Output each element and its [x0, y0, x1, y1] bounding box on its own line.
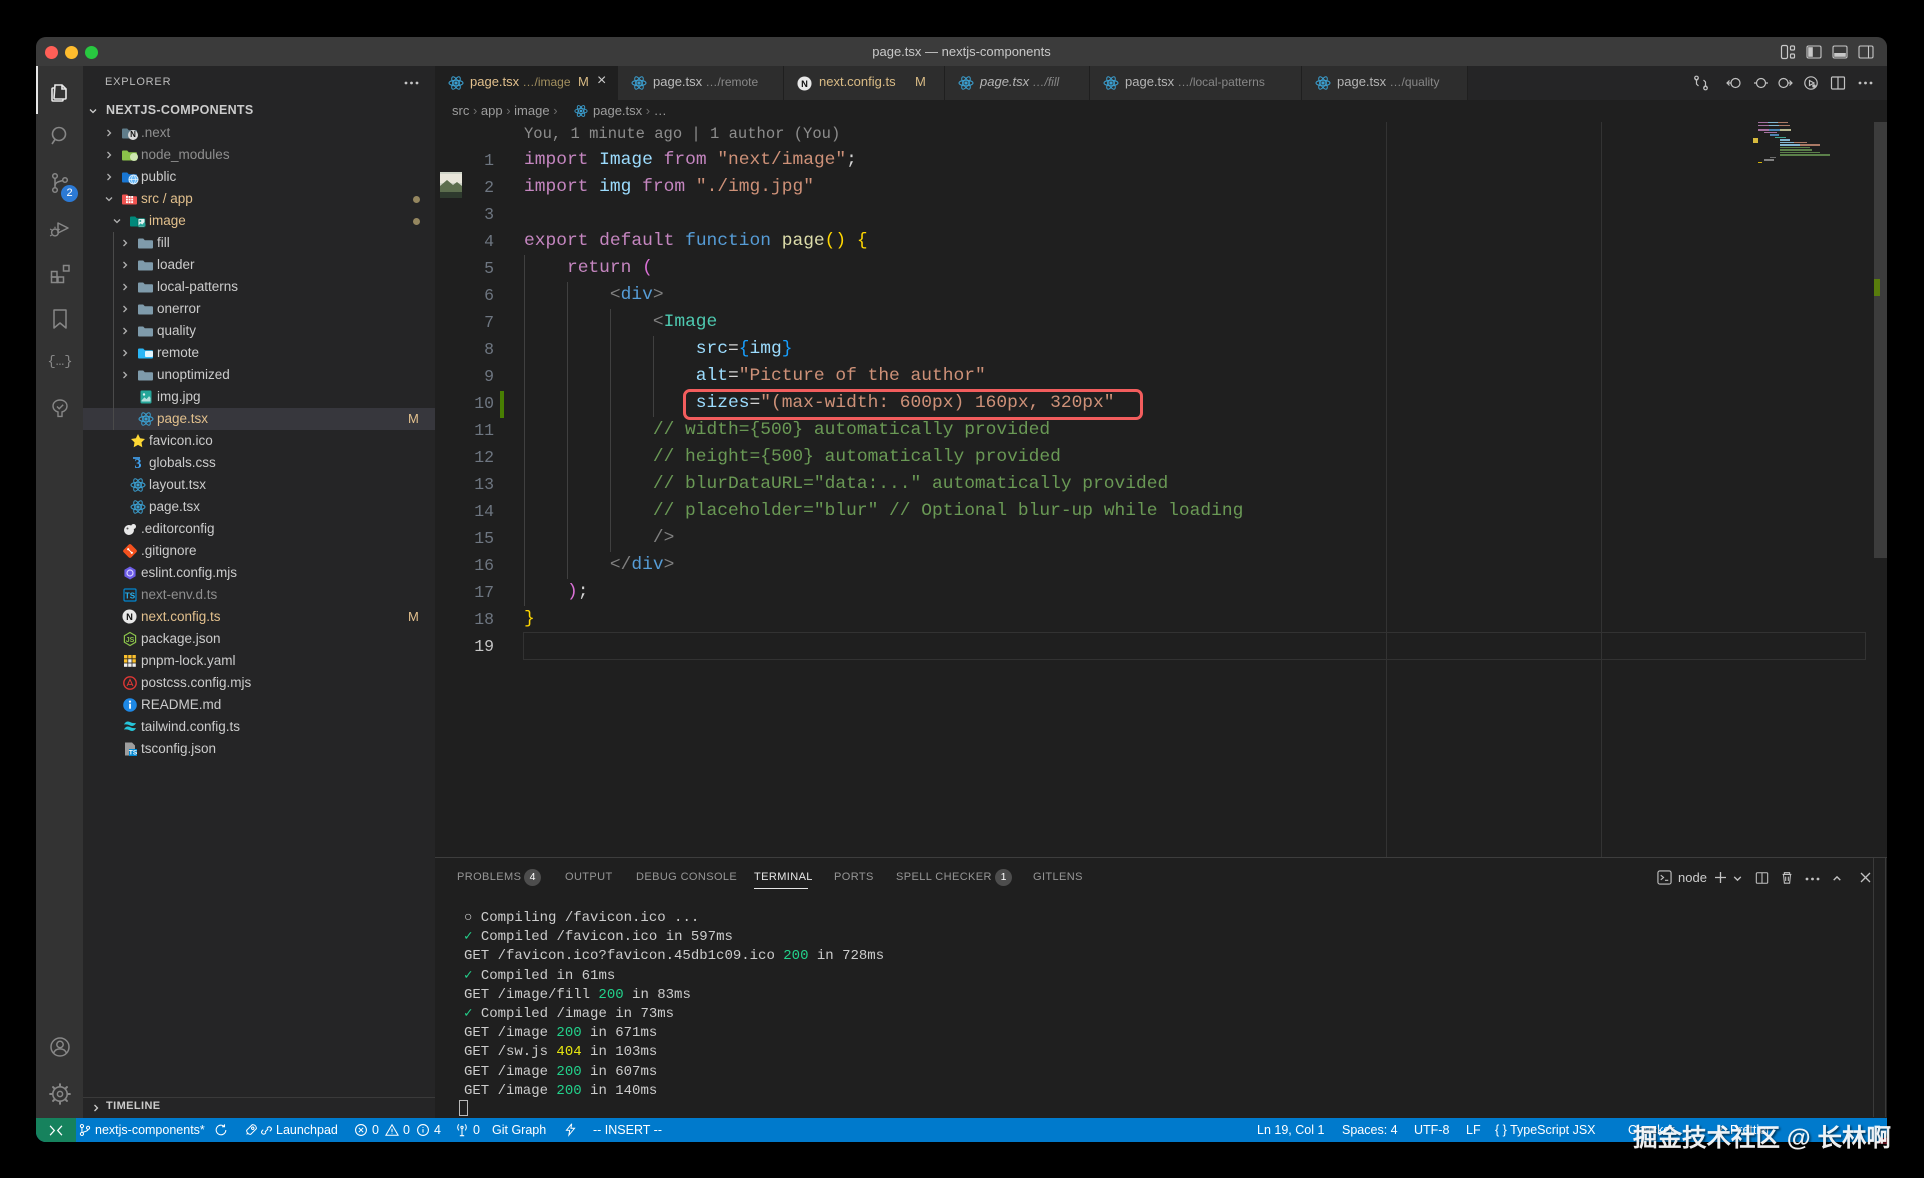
svg-text:TS: TS	[125, 592, 136, 601]
svg-text:N: N	[801, 79, 808, 89]
svg-text:JS: JS	[126, 637, 135, 644]
svg-text:N: N	[126, 612, 133, 622]
svg-text:3: 3	[135, 457, 142, 471]
svg-text:TS: TS	[129, 750, 138, 757]
